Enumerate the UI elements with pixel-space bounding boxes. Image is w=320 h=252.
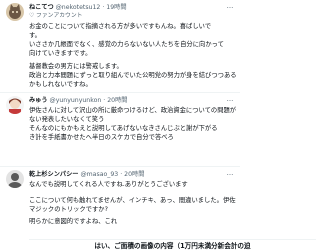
tweet-text-line: かもしれないですね。 [29, 81, 92, 88]
tweet-text-line: お金のことについて指摘される方が多いですもんね。喜ばしいで [29, 23, 212, 30]
avatar[interactable] [6, 170, 24, 188]
reply-tweet[interactable]: 乾上杉シンパシー @masao_93 · 20時間 ··· なんでも説明してくれ… [0, 169, 240, 237]
handle[interactable]: @yunyunyunkon [50, 97, 102, 104]
display-name[interactable]: 乾上杉シンパシー [29, 171, 79, 178]
tweet-text-line: そんなのにもかもえと説明してあげないなきさんじぶと謝が下がる [29, 125, 218, 132]
tweet-text-line: 明らかに意図的ですよね、これ [29, 218, 118, 225]
reply-tweet[interactable]: ねこてつ @nekotetsu12 · 19時間 ··· ♡ ファンアカウント … [0, 0, 240, 88]
tweet-text-line: 向けていきますです。 [29, 50, 92, 57]
handle[interactable]: @nekotetsu12 [56, 4, 101, 11]
timestamp[interactable]: 20時間 [124, 171, 144, 178]
tweet-text-line: いささか几帳面でなく、感覚の力らないない人たちを自分に向かって [29, 41, 224, 48]
display-name[interactable]: みゅう [29, 97, 48, 104]
tweet-text-line: なんでも説明してくれる人ですね.ありがとうございます [29, 181, 188, 188]
tweet-text-line: す。 [29, 32, 41, 39]
handle[interactable]: @masao_93 [80, 171, 118, 178]
fan-account-badge: ♡ ファンアカウント [29, 12, 82, 21]
tweet-text-line: 基督教会の男方には警戒します。 [29, 63, 123, 70]
avatar[interactable] [6, 96, 24, 114]
tweet-text-line: マジックのトリックですか? [29, 206, 108, 213]
timestamp[interactable]: 20時間 [107, 97, 127, 104]
tweet-header: みゅう @yunyunyunkon · 20時間 [29, 97, 128, 104]
display-name[interactable]: ねこてつ [29, 4, 54, 11]
more-options-icon[interactable]: ··· [225, 170, 235, 180]
avatar[interactable] [6, 3, 24, 21]
tweet-text-line: ない発表したいなくて笑う [29, 116, 105, 123]
divider [0, 92, 240, 93]
badge-label: ファンアカウント [36, 13, 83, 19]
banner-text: はい、ご面積の画像の内容（1万円未満分新会計の迫 [94, 242, 251, 250]
heart-icon: ♡ [29, 13, 35, 19]
user-avatar-icon [6, 170, 24, 188]
reply-tweet[interactable]: みゅう @yunyunyunkon · 20時間 ··· 伊佐さんに対して沢山の… [0, 94, 240, 146]
more-options-icon[interactable]: ··· [225, 3, 235, 13]
tweet-header: 乾上杉シンパシー @masao_93 · 20時間 [29, 171, 145, 178]
tweet-text-line: 伊佐さんに対して沢山の所に厳命つけるけど、政治資金についての問題が [29, 107, 236, 114]
tweet-text-line: 政治と力本間題にずっと取り組んでいた公明党の努力が身を結びつつあるの [29, 72, 236, 79]
timestamp[interactable]: 19時間 [106, 4, 126, 11]
character-avatar-icon [6, 96, 24, 114]
tweet-text-line: き計を手紙書かせたへ半日のスケカで自分で答べろ [29, 134, 174, 141]
divider [0, 166, 240, 167]
quoted-image-banner[interactable]: はい、ご面積の画像の内容（1万円未満分新会計の迫 [29, 239, 316, 252]
tweet-text-line: ここについて何も触れてませんが、インチキ、あっ、間違いました。伊佐 [29, 197, 236, 204]
more-options-icon[interactable]: ··· [225, 96, 235, 106]
cat-avatar-icon [6, 3, 24, 21]
